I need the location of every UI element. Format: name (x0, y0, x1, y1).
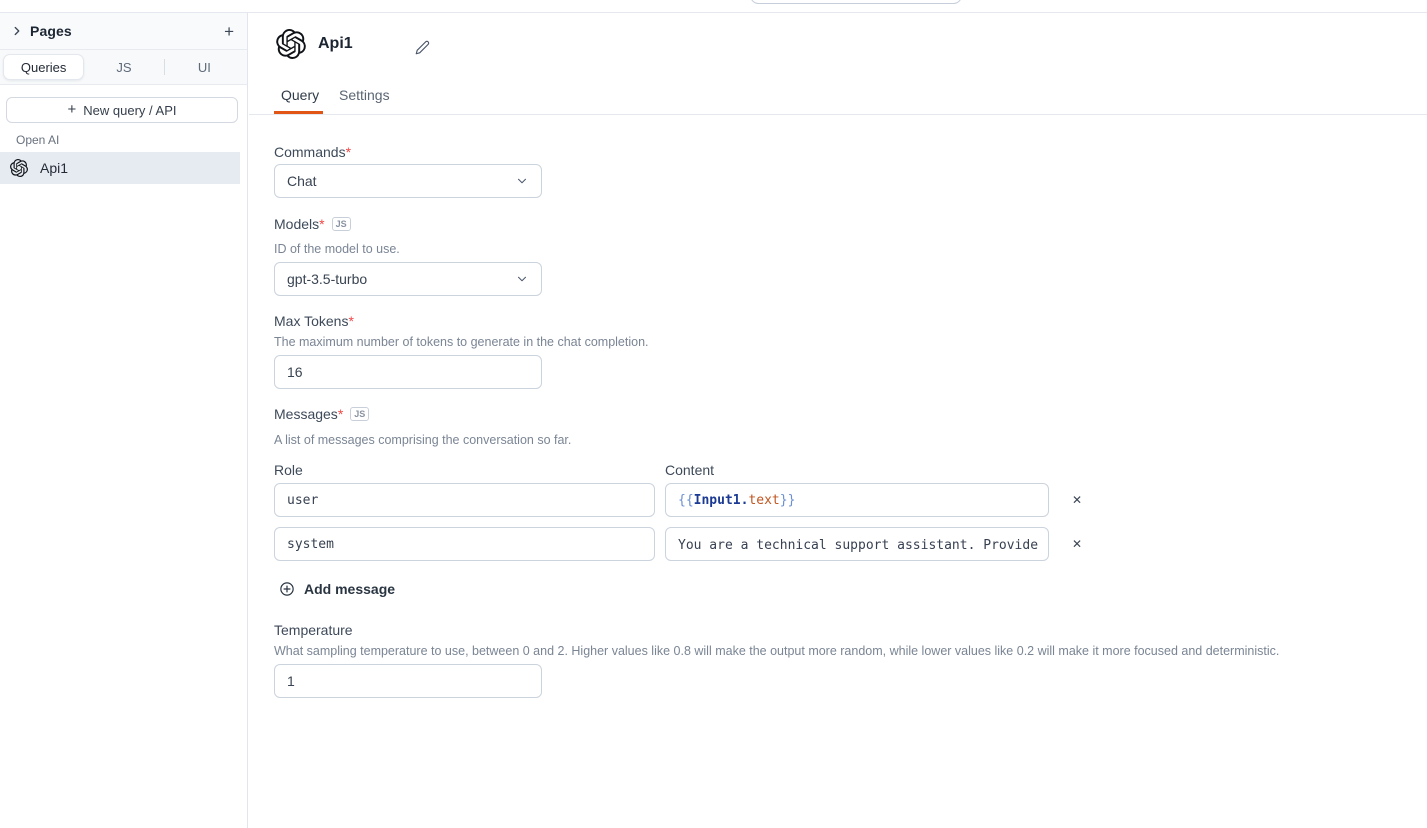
messages-label: Messages* JS (274, 406, 369, 422)
content-line2-clipped: clear and detailed solutions to user que… (678, 556, 1036, 561)
temperature-label: Temperature (274, 622, 353, 638)
remove-message-button[interactable]: ✕ (1063, 527, 1091, 561)
max-tokens-input[interactable] (274, 355, 542, 389)
models-select-value: gpt-3.5-turbo (287, 271, 367, 287)
required-asterisk: * (319, 216, 324, 232)
temperature-description: What sampling temperature to use, betwee… (274, 644, 1279, 658)
tab-queries[interactable]: Queries (3, 54, 84, 80)
query-group-label: Open AI (16, 133, 59, 147)
tab-ui[interactable]: UI (165, 54, 244, 80)
required-asterisk: * (346, 144, 351, 160)
js-badge[interactable]: JS (332, 217, 351, 231)
plus-icon: + (68, 101, 77, 118)
tab-settings[interactable]: Settings (339, 87, 390, 103)
openai-icon (10, 159, 28, 177)
models-label-text: Models (274, 216, 319, 232)
cutoff-toolbar-box[interactable] (750, 0, 962, 4)
sidebar: Pages + Queries JS UI + New query / API … (0, 13, 248, 828)
new-query-label: New query / API (83, 103, 176, 118)
messages-label-text: Messages (274, 406, 338, 422)
js-badge[interactable]: JS (350, 407, 369, 421)
new-query-button[interactable]: + New query / API (6, 97, 238, 123)
messages-description: A list of messages comprising the conver… (274, 433, 571, 447)
sidebar-tabs: Queries JS UI (0, 50, 247, 85)
chevron-down-icon (515, 174, 529, 188)
sidebar-item-api1[interactable]: Api1 (0, 152, 240, 184)
models-select[interactable]: gpt-3.5-turbo (274, 262, 542, 296)
tab-ui-label: UI (198, 60, 211, 75)
plus-circle-icon (279, 581, 295, 597)
max-tokens-label-text: Max Tokens (274, 313, 348, 329)
tabs-divider (249, 114, 1427, 115)
message-role-input[interactable] (274, 483, 655, 517)
edit-name-pencil-icon[interactable] (415, 40, 430, 55)
chevron-right-icon[interactable] (10, 24, 24, 38)
binding-object: Input1. (694, 493, 749, 508)
commands-select[interactable]: Chat (274, 164, 542, 198)
tab-query[interactable]: Query (281, 87, 319, 103)
message-content-input[interactable]: {{Input1.text}} (665, 483, 1049, 517)
content-line1: You are a technical support assistant. P… (678, 535, 1036, 556)
message-role-input[interactable] (274, 527, 655, 561)
tab-js-label: JS (116, 60, 131, 75)
tab-queries-label: Queries (21, 60, 67, 75)
binding-close-braces: }} (780, 493, 796, 508)
top-strip (0, 0, 1427, 13)
add-page-button[interactable]: + (221, 23, 237, 40)
max-tokens-label: Max Tokens* (274, 313, 354, 329)
max-tokens-description: The maximum number of tokens to generate… (274, 335, 649, 349)
models-description: ID of the model to use. (274, 242, 400, 256)
tab-js[interactable]: JS (84, 54, 163, 80)
binding-property: text (748, 493, 779, 508)
pages-header[interactable]: Pages + (0, 13, 247, 50)
commands-label-text: Commands (274, 144, 346, 160)
commands-select-value: Chat (287, 173, 317, 189)
binding-open-braces: {{ (678, 493, 694, 508)
openai-logo-icon (276, 29, 306, 59)
add-message-label: Add message (304, 581, 395, 597)
chevron-down-icon (515, 272, 529, 286)
sidebar-item-api1-label: Api1 (40, 160, 68, 176)
remove-message-button[interactable]: ✕ (1063, 483, 1091, 517)
models-label: Models* JS (274, 216, 351, 232)
content-column-header: Content (665, 462, 714, 478)
query-title: Api1 (318, 35, 353, 53)
message-content-input[interactable]: You are a technical support assistant. P… (665, 527, 1049, 561)
commands-label: Commands* (274, 144, 351, 160)
query-editor: Api1 Query Settings Commands* Chat Model… (249, 13, 1427, 828)
temperature-input[interactable] (274, 664, 542, 698)
pages-title: Pages (30, 23, 72, 39)
required-asterisk: * (338, 406, 343, 422)
role-column-header: Role (274, 462, 303, 478)
add-message-button[interactable]: Add message (279, 578, 395, 600)
required-asterisk: * (348, 313, 353, 329)
